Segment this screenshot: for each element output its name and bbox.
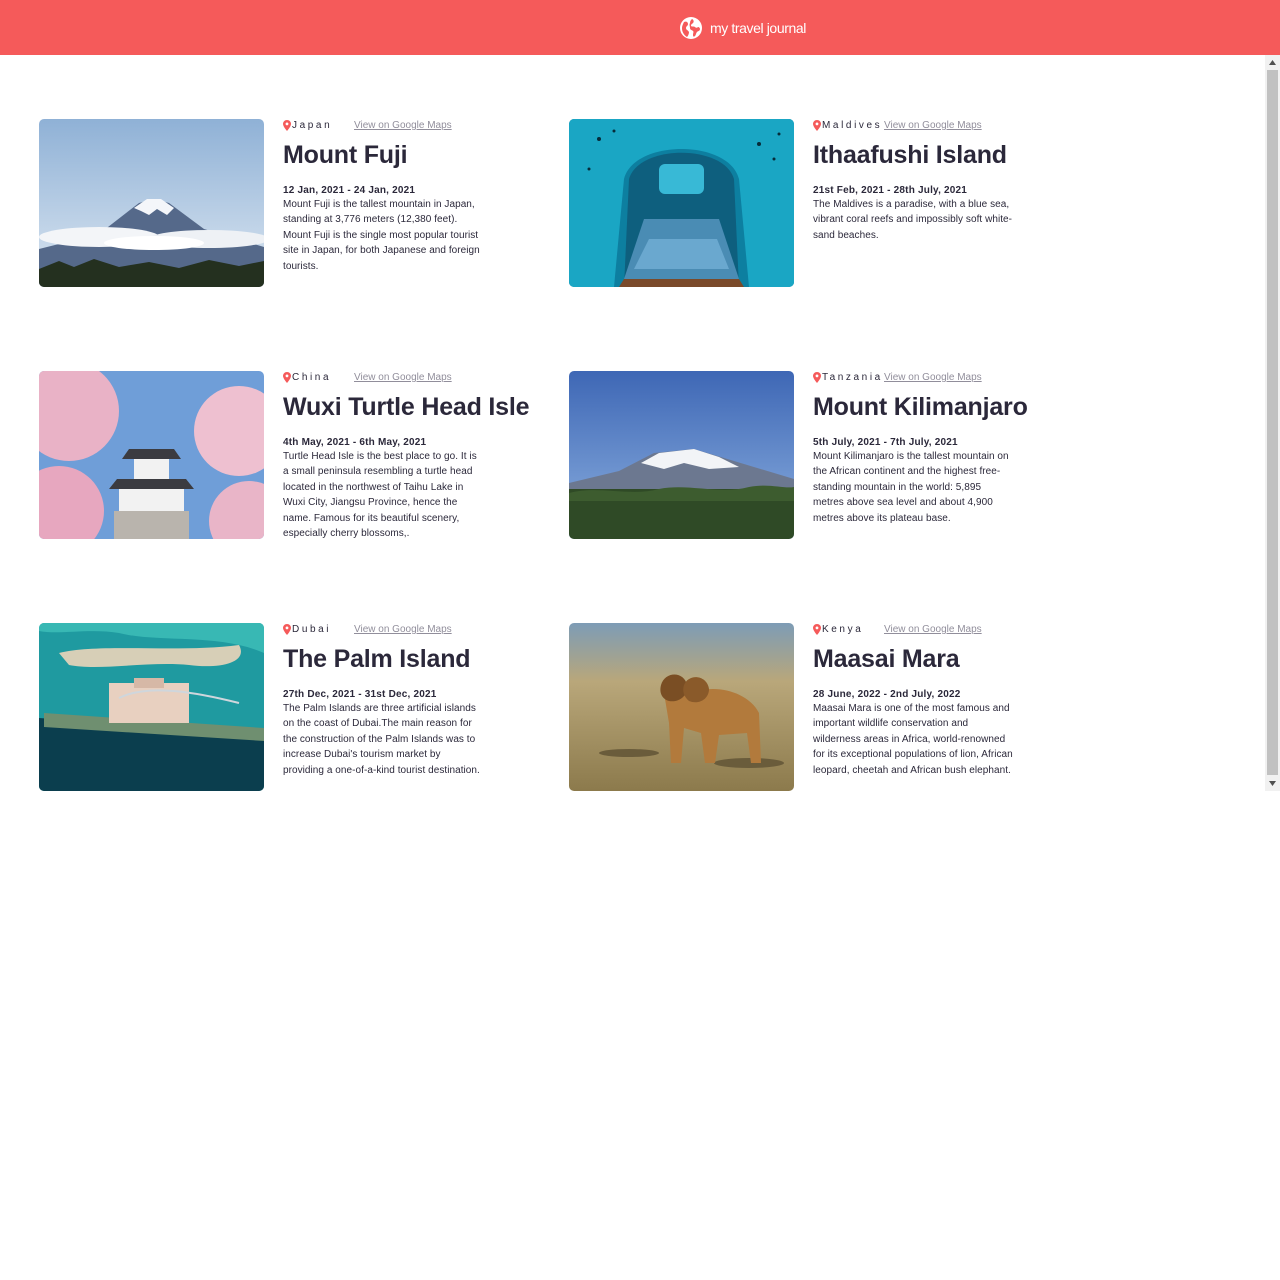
entry-country: Tanzania <box>822 372 883 383</box>
journal-entry-mount-kilimanjaro: Tanzania View on Google Maps Mount Kilim… <box>569 371 1079 561</box>
entry-country: Dubai <box>292 624 332 635</box>
entry-description: Mount Fuji is the tallest mountain in Ja… <box>283 199 480 272</box>
entry-dates: 21st Feb, 2021 - 28th July, 2021 <box>813 185 968 196</box>
google-maps-link[interactable]: View on Google Maps <box>884 372 982 383</box>
entry-title: Mount Kilimanjaro <box>813 393 1028 421</box>
journal-entry-mount-fuji: Japan View on Google Maps Mount Fuji 12 … <box>39 119 549 309</box>
location-pin-icon <box>283 120 291 131</box>
location-pin-icon <box>283 372 291 383</box>
entry-title: Wuxi Turtle Head Isle <box>283 393 530 421</box>
entry-description: The Palm Islands are three artificial is… <box>283 703 480 776</box>
google-maps-link[interactable]: View on Google Maps <box>884 624 982 635</box>
entry-photo <box>569 371 794 539</box>
google-maps-link[interactable]: View on Google Maps <box>884 120 982 131</box>
entry-country: China <box>292 372 332 383</box>
scroll-down-arrow[interactable] <box>1265 776 1280 791</box>
entry-title: Maasai Mara <box>813 645 960 673</box>
entry-title: Ithaafushi Island <box>813 141 1007 169</box>
entry-photo <box>39 119 264 287</box>
journal-entry-maasai-mara: Kenya View on Google Maps Maasai Mara 28… <box>569 623 1079 791</box>
entry-description: Maasai Mara is one of the most famous an… <box>813 703 1013 776</box>
scroll-thumb[interactable] <box>1267 70 1278 775</box>
journal-entry-ithaafushi-island: Maldives View on Google Maps Ithaafushi … <box>569 119 1079 309</box>
vertical-scrollbar[interactable] <box>1265 55 1280 791</box>
google-maps-link[interactable]: View on Google Maps <box>354 120 452 131</box>
entry-country: Japan <box>292 120 333 131</box>
entry-dates: 28 June, 2022 - 2nd July, 2022 <box>813 689 961 700</box>
globe-icon <box>680 16 703 39</box>
entry-photo <box>39 623 264 791</box>
entry-country: Kenya <box>822 624 864 635</box>
entry-dates: 27th Dec, 2021 - 31st Dec, 2021 <box>283 689 437 700</box>
location-pin-icon <box>283 624 291 635</box>
google-maps-link[interactable]: View on Google Maps <box>354 372 452 383</box>
entry-photo <box>39 371 264 539</box>
entry-title: Mount Fuji <box>283 141 408 169</box>
entry-dates: 4th May, 2021 - 6th May, 2021 <box>283 437 427 448</box>
entry-title: The Palm Island <box>283 645 471 673</box>
entry-photo <box>569 119 794 287</box>
journal-entry-wuxi-turtle-head-isle: China View on Google Maps Wuxi Turtle He… <box>39 371 549 561</box>
navbar: my travel journal <box>0 0 1280 55</box>
brand[interactable]: my travel journal <box>679 16 806 40</box>
entry-description: Mount Kilimanjaro is the tallest mountai… <box>813 451 1009 524</box>
entry-country: Maldives <box>822 120 883 131</box>
entry-description: Turtle Head Isle is the best place to go… <box>283 451 477 540</box>
entry-description: The Maldives is a paradise, with a blue … <box>813 199 1013 241</box>
location-pin-icon <box>813 372 821 383</box>
scroll-up-arrow[interactable] <box>1265 55 1280 70</box>
journal-entry-the-palm-island: Dubai View on Google Maps The Palm Islan… <box>39 623 549 791</box>
entry-photo <box>569 623 794 791</box>
location-pin-icon <box>813 624 821 635</box>
brand-title: my travel journal <box>710 19 806 36</box>
google-maps-link[interactable]: View on Google Maps <box>354 624 452 635</box>
entry-dates: 12 Jan, 2021 - 24 Jan, 2021 <box>283 185 416 196</box>
journal-list: Japan View on Google Maps Mount Fuji 12 … <box>0 55 1265 791</box>
location-pin-icon <box>813 120 821 131</box>
entry-dates: 5th July, 2021 - 7th July, 2021 <box>813 437 958 448</box>
